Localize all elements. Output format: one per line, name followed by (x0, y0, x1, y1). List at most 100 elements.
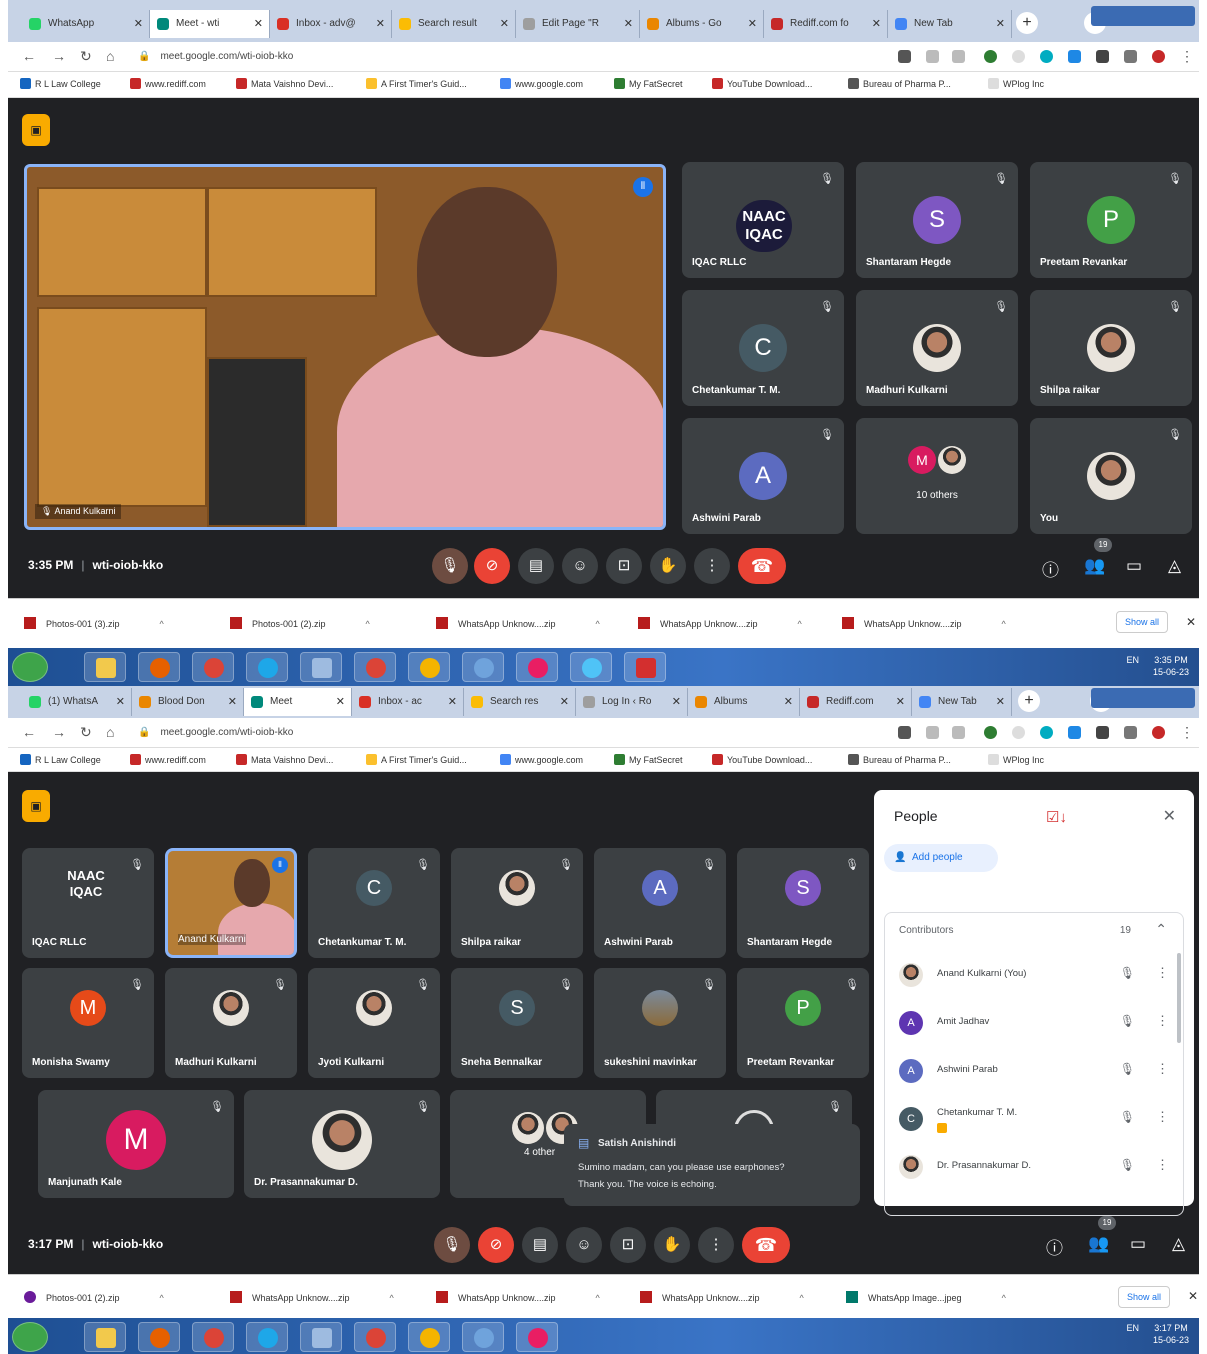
download-item[interactable]: WhatsApp Unknow....zip ^ (436, 617, 600, 629)
bookmark-item[interactable]: Mata Vaishno Devi... (236, 754, 333, 765)
tab-whatsapp[interactable]: (1) WhatsA ✕ (22, 688, 132, 716)
more-options-button[interactable]: ⋮ (694, 548, 730, 584)
extension-green-icon[interactable] (984, 50, 997, 63)
present-button[interactable]: ⊡ (606, 548, 642, 584)
tab-search[interactable]: Search result ✕ (392, 10, 516, 38)
participant-tile[interactable]: 🎙 C Chetankumar T. M. (308, 848, 440, 958)
bookmark-item[interactable]: www.google.com (500, 78, 583, 89)
people-icon[interactable]: 👥 (1084, 556, 1105, 576)
self-tile[interactable]: 🎙 You (1030, 418, 1192, 534)
info-icon[interactable]: ⓘ (1042, 556, 1059, 581)
more-options-icon[interactable]: ⋮ (1156, 1013, 1169, 1029)
participant-tile[interactable]: 🎙 P Preetam Revankar (737, 968, 869, 1078)
participant-tile[interactable]: 🎙 M Manjunath Kale (38, 1090, 234, 1198)
avatar[interactable] (1152, 50, 1165, 63)
home-icon[interactable]: ⌂ (106, 48, 114, 64)
chrome-window-icon[interactable] (354, 1322, 396, 1352)
close-tab-icon[interactable]: ✕ (672, 688, 681, 716)
camera-icon[interactable] (898, 50, 911, 63)
extension-circle-icon[interactable] (1012, 726, 1025, 739)
camera-off-button[interactable]: ⊘ (478, 1227, 514, 1263)
share-icon[interactable] (926, 50, 939, 63)
activities-icon[interactable]: ◬ (1168, 556, 1181, 576)
bookmark-item[interactable]: A First Timer's Guid... (366, 78, 467, 89)
participant-tile[interactable]: 🎙 S Sneha Bennalkar (451, 968, 583, 1078)
close-tab-icon[interactable]: ✕ (748, 10, 757, 38)
participant-tile[interactable]: 🎙 sukeshini mavinkar (594, 968, 726, 1078)
collapse-icon[interactable]: ⌃ (1155, 921, 1167, 938)
participant-tile[interactable]: 🎙 Jyoti Kulkarni (308, 968, 440, 1078)
bookmark-item[interactable]: Bureau of Pharma P... (848, 78, 951, 89)
bookmark-item[interactable]: WPlog Inc (988, 78, 1044, 89)
participant-row[interactable]: Anand Kulkarni (You) 🎙 ⋮ (885, 951, 1183, 999)
puzzle-icon[interactable] (1096, 50, 1109, 63)
participant-tile[interactable]: 🎙 A Ashwini Parab (594, 848, 726, 958)
star-icon[interactable] (952, 726, 965, 739)
participant-tile[interactable]: 🎙 Dr. Prasannakumar D. (244, 1090, 440, 1198)
close-tab-icon[interactable]: ✕ (996, 688, 1005, 716)
leave-call-button[interactable]: ☎ (738, 548, 786, 584)
download-item[interactable]: Photos-001 (3).zip ^ (24, 617, 164, 629)
app-icon[interactable] (516, 1322, 558, 1352)
more-options-icon[interactable]: ⋮ (1156, 1061, 1169, 1077)
bookmark-item[interactable]: YouTube Download... (712, 78, 812, 89)
extension-blue-icon[interactable] (1068, 726, 1081, 739)
share-icon[interactable] (926, 726, 939, 739)
sidepanel-icon[interactable] (1124, 726, 1137, 739)
mic-off-icon[interactable]: 🎙 (1120, 1158, 1135, 1172)
tab-inbox[interactable]: Inbox - ac ✕ (352, 688, 464, 716)
app-icon[interactable] (462, 1322, 504, 1352)
tab-whatsapp[interactable]: WhatsApp ✕ (22, 10, 150, 38)
chrome-icon[interactable] (192, 1322, 234, 1352)
mic-off-icon[interactable]: 🎙 (1120, 966, 1135, 980)
participant-tile[interactable]: 🎙 S Shantaram Hegde (737, 848, 869, 958)
menu-icon[interactable]: ⋮ (1180, 724, 1194, 741)
captions-button[interactable]: ▤ (522, 1227, 558, 1263)
host-tool-icon[interactable]: ☑↓ (1046, 808, 1067, 826)
chat-icon[interactable]: ▭ (1126, 556, 1142, 576)
extension-green-icon[interactable] (984, 726, 997, 739)
close-downloads-icon[interactable]: ✕ (1188, 1289, 1198, 1303)
home-icon[interactable]: ⌂ (106, 724, 114, 740)
avatar[interactable] (1152, 726, 1165, 739)
close-tab-icon[interactable]: ✕ (134, 10, 143, 38)
tab-albums[interactable]: Albums ✕ (688, 688, 800, 716)
more-options-icon[interactable]: ⋮ (1156, 965, 1169, 981)
tab-blood[interactable]: Blood Don ✕ (132, 688, 244, 716)
activities-icon[interactable]: ◬ (1172, 1234, 1185, 1254)
captions-button[interactable]: ▤ (518, 548, 554, 584)
bookmark-item[interactable]: R L Law College (20, 78, 101, 89)
system-tray[interactable]: EN 3:17 PM 15-06-23 (1126, 1322, 1189, 1346)
bookmark-item[interactable]: My FatSecret (614, 754, 683, 765)
download-item[interactable]: WhatsApp Unknow....zip ^ (436, 1291, 600, 1303)
firefox-icon[interactable] (138, 1322, 180, 1352)
window-controls[interactable] (1091, 6, 1195, 26)
mic-off-icon[interactable]: 🎙 (1120, 1014, 1135, 1028)
bookmark-item[interactable]: My FatSecret (614, 78, 683, 89)
tab-albums[interactable]: Albums - Go ✕ (640, 10, 764, 38)
tab-new-tab[interactable]: New Tab ✕ (912, 688, 1012, 716)
download-item[interactable]: WhatsApp Image...jpeg ^ (846, 1291, 1006, 1303)
bookmark-item[interactable]: Bureau of Pharma P... (848, 754, 951, 765)
forward-icon[interactable]: → (52, 724, 66, 740)
close-tab-icon[interactable]: ✕ (560, 688, 569, 716)
url-field[interactable]: 🔒 meet.google.com/wti-oiob-kko (138, 723, 898, 743)
tab-rediff[interactable]: Rediff.com fo ✕ (764, 10, 888, 38)
present-button[interactable]: ⊡ (610, 1227, 646, 1263)
reload-icon[interactable]: ↻ (80, 724, 92, 741)
close-tab-icon[interactable]: ✕ (228, 688, 237, 716)
ie-icon[interactable] (246, 1322, 288, 1352)
participant-row[interactable]: C Chetankumar T. M. 🎙 ⋮ (885, 1095, 1183, 1143)
close-tab-icon[interactable]: ✕ (872, 10, 881, 38)
close-tab-icon[interactable]: ✕ (624, 10, 633, 38)
participant-row[interactable]: A Amit Jadhav 🎙 ⋮ (885, 999, 1183, 1047)
tab-login[interactable]: Log In ‹ Ro ✕ (576, 688, 688, 716)
extension-teal-icon[interactable] (1040, 726, 1053, 739)
panel-scrollbar[interactable] (1177, 953, 1181, 1043)
mic-button[interactable]: 🎙 (432, 548, 468, 584)
more-options-button[interactable]: ⋮ (698, 1227, 734, 1263)
forward-icon[interactable]: → (52, 48, 66, 64)
leave-call-button[interactable]: ☎ (742, 1227, 790, 1263)
participant-tile[interactable]: 🎙 A Ashwini Parab (682, 418, 844, 534)
emoji-button[interactable]: ☺ (562, 548, 598, 584)
